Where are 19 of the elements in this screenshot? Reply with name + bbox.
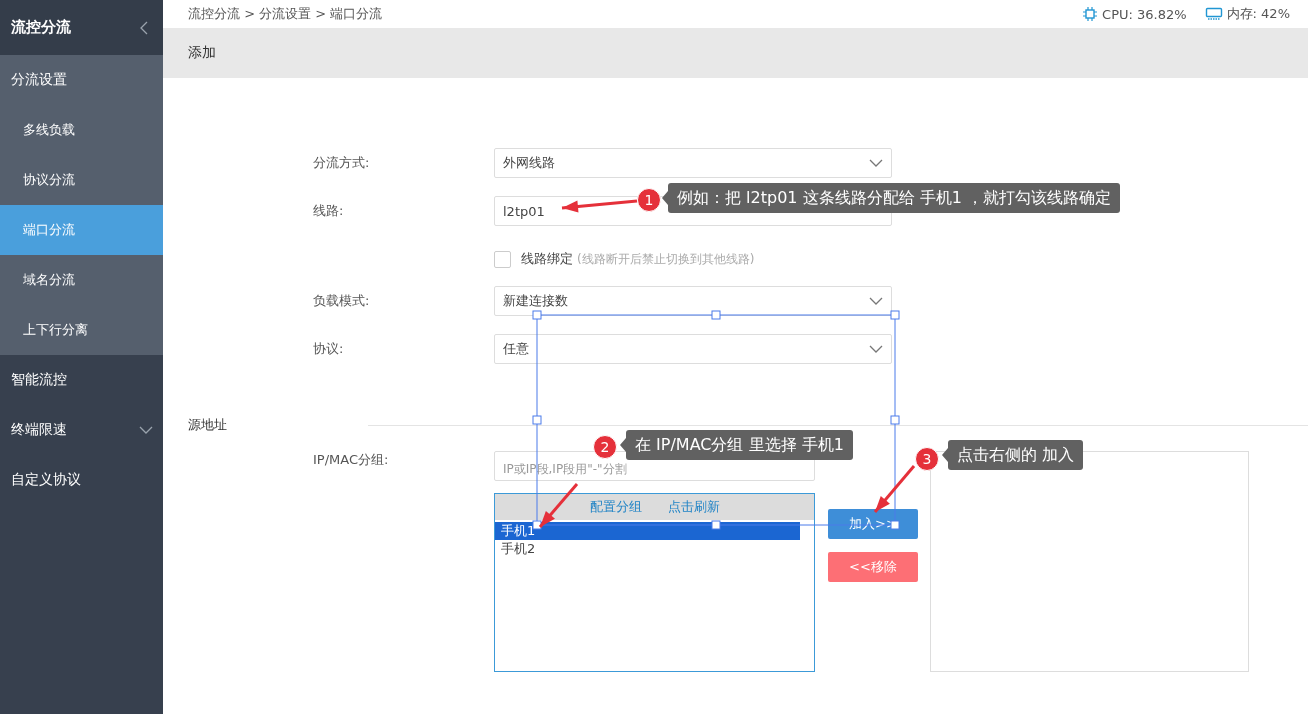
checkbox-hint: (线路断开后禁止切换到其他线路) [577,250,755,268]
field-label: 分流方式: [313,154,371,172]
cpu-usage: CPU: 36.82% [1102,6,1187,22]
field-label: IP/MAC分组: [313,451,390,469]
breadcrumb: 流控分流 > 分流设置 > 端口分流 [188,5,383,23]
step-number-badge: 1 [637,188,661,212]
callout-tooltip: 在 IP/MAC分组 里选择 手机1 [626,430,853,460]
sidebar-title: 流控分流 [11,18,71,37]
field-label: 负载模式: [313,292,371,310]
callout-tooltip: 点击右侧的 加入 [948,440,1084,470]
step-number-badge: 2 [593,435,617,459]
memory-usage: 内存: 42% [1226,5,1290,23]
field-label: 协议: [313,340,345,358]
panel-title: 添加 [188,44,216,62]
step-number-badge: 3 [915,447,939,471]
checkbox-label: 线路绑定 [521,250,573,268]
field-label: 线路: [313,202,345,220]
callout-tooltip: 例如：把 l2tp01 这条线路分配给 手机1 ，就打勾该线路确定 [668,183,1120,213]
section-title: 源地址 [188,416,228,434]
